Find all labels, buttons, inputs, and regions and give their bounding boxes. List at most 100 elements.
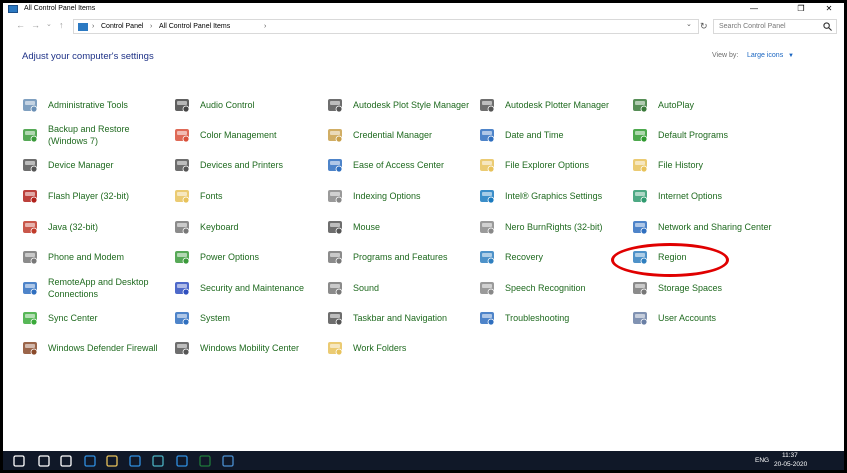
control-panel-item[interactable]: Credential Manager (326, 121, 474, 149)
refresh-button[interactable]: ↻ (700, 21, 708, 32)
search-icon[interactable] (823, 22, 832, 31)
control-panel-item-label[interactable]: Device Manager (48, 151, 168, 179)
control-panel-item[interactable]: RemoteApp and Desktop Connections (21, 274, 169, 302)
control-panel-item-label[interactable]: Administrative Tools (48, 91, 168, 119)
control-panel-item[interactable]: Intel® Graphics Settings (478, 182, 626, 210)
control-panel-item[interactable]: Troubleshooting (478, 304, 626, 332)
control-panel-item-label[interactable]: Devices and Printers (200, 151, 320, 179)
control-panel-item[interactable]: Keyboard (173, 213, 321, 241)
control-panel-item[interactable]: Mouse (326, 213, 474, 241)
language-indicator[interactable]: ENG (755, 457, 769, 465)
control-panel-item-label[interactable]: Color Management (200, 121, 320, 149)
maximize-button[interactable]: ❐ (788, 3, 814, 15)
search-icon[interactable] (38, 454, 50, 467)
control-panel-item[interactable]: Device Manager (21, 151, 169, 179)
control-panel-item[interactable]: Security and Maintenance (173, 274, 321, 302)
control-panel-item-label[interactable]: Speech Recognition (505, 274, 625, 302)
control-panel-item[interactable]: Phone and Modem (21, 243, 169, 271)
control-panel-icon[interactable] (222, 454, 234, 467)
clock-time[interactable]: 11:37 (782, 452, 798, 460)
control-panel-item[interactable]: Windows Defender Firewall (21, 334, 169, 362)
clock-date[interactable]: 20-05-2020 (774, 461, 807, 469)
close-button[interactable]: ✕ (816, 3, 842, 15)
address-bar[interactable]: › Control Panel › All Control Panel Item… (73, 19, 699, 34)
forward-button[interactable]: → (31, 20, 40, 30)
control-panel-item-label[interactable]: Date and Time (505, 121, 625, 149)
edge-icon[interactable] (84, 454, 96, 467)
control-panel-item-label[interactable]: Network and Sharing Center (658, 213, 778, 241)
control-panel-item[interactable]: Recovery (478, 243, 626, 271)
control-panel-item-label[interactable]: Autodesk Plotter Manager (505, 91, 625, 119)
control-panel-item[interactable]: Speech Recognition (478, 274, 626, 302)
back-button[interactable]: ← (16, 20, 25, 30)
control-panel-item[interactable]: Taskbar and Navigation (326, 304, 474, 332)
control-panel-item-label[interactable]: Flash Player (32-bit) (48, 182, 168, 210)
control-panel-item[interactable]: Network and Sharing Center (631, 213, 779, 241)
control-panel-item-label[interactable]: User Accounts (658, 304, 778, 332)
search-input[interactable]: Search Control Panel (719, 21, 786, 33)
control-panel-item[interactable]: Audio Control (173, 91, 321, 119)
breadcrumb-control-panel[interactable]: Control Panel (101, 21, 143, 33)
control-panel-item-label[interactable]: File Explorer Options (505, 151, 625, 179)
minimize-button[interactable]: — (741, 3, 767, 15)
control-panel-item-label[interactable]: Power Options (200, 243, 320, 271)
control-panel-item-label[interactable]: Keyboard (200, 213, 320, 241)
control-panel-item-label[interactable]: Fonts (200, 182, 320, 210)
control-panel-item-label[interactable]: Ease of Access Center (353, 151, 473, 179)
control-panel-item[interactable]: Work Folders (326, 334, 474, 362)
control-panel-item-label[interactable]: Backup and Restore (Windows 7) (48, 121, 168, 149)
control-panel-item-label[interactable]: Autodesk Plot Style Manager (353, 91, 473, 119)
control-panel-item-label[interactable]: Storage Spaces (658, 274, 778, 302)
control-panel-item[interactable]: Default Programs (631, 121, 779, 149)
task-view-icon[interactable] (60, 454, 72, 467)
control-panel-item-label[interactable]: Programs and Features (353, 243, 473, 271)
control-panel-item[interactable]: Indexing Options (326, 182, 474, 210)
control-panel-item-label[interactable]: Windows Defender Firewall (48, 334, 168, 362)
control-panel-item[interactable]: Devices and Printers (173, 151, 321, 179)
breadcrumb-separator[interactable]: › (92, 21, 94, 33)
control-panel-item[interactable]: File Explorer Options (478, 151, 626, 179)
chevron-down-icon[interactable]: ▼ (788, 53, 794, 59)
control-panel-item[interactable]: Sync Center (21, 304, 169, 332)
control-panel-item-label[interactable]: AutoPlay (658, 91, 778, 119)
control-panel-item[interactable]: File History (631, 151, 779, 179)
breadcrumb-all-items[interactable]: All Control Panel Items (159, 21, 230, 33)
recent-locations-button[interactable]: ⌄ (46, 20, 52, 28)
control-panel-item[interactable]: Internet Options (631, 182, 779, 210)
excel-icon[interactable] (199, 454, 211, 467)
control-panel-item[interactable]: Ease of Access Center (326, 151, 474, 179)
control-panel-item-label[interactable]: Audio Control (200, 91, 320, 119)
control-panel-item-label[interactable]: Nero BurnRights (32-bit) (505, 213, 625, 241)
control-panel-item[interactable]: Flash Player (32-bit) (21, 182, 169, 210)
view-by-dropdown[interactable]: Large icons (747, 52, 783, 59)
control-panel-item[interactable]: Storage Spaces (631, 274, 779, 302)
control-panel-item-label[interactable]: Internet Options (658, 182, 778, 210)
control-panel-item[interactable]: System (173, 304, 321, 332)
control-panel-item-label[interactable]: Troubleshooting (505, 304, 625, 332)
control-panel-item-label[interactable]: Windows Mobility Center (200, 334, 320, 362)
control-panel-item-label[interactable]: Recovery (505, 243, 625, 271)
address-dropdown-icon[interactable]: ⌄ (686, 20, 692, 28)
store-icon[interactable] (129, 454, 141, 467)
control-panel-item[interactable]: Java (32-bit) (21, 213, 169, 241)
control-panel-item-label[interactable]: Default Programs (658, 121, 778, 149)
breadcrumb-separator[interactable]: › (264, 21, 266, 33)
control-panel-item-label[interactable]: File History (658, 151, 778, 179)
control-panel-item-label[interactable]: Mouse (353, 213, 473, 241)
control-panel-item[interactable]: Power Options (173, 243, 321, 271)
control-panel-item-label[interactable]: Intel® Graphics Settings (505, 182, 625, 210)
control-panel-item[interactable]: Backup and Restore (Windows 7) (21, 121, 169, 149)
control-panel-item-label[interactable]: Work Folders (353, 334, 473, 362)
control-panel-item[interactable]: Autodesk Plot Style Manager (326, 91, 474, 119)
control-panel-item[interactable]: Programs and Features (326, 243, 474, 271)
control-panel-item[interactable]: AutoPlay (631, 91, 779, 119)
breadcrumb-separator[interactable]: › (150, 21, 152, 33)
control-panel-item-label[interactable]: Taskbar and Navigation (353, 304, 473, 332)
control-panel-item-label[interactable]: System (200, 304, 320, 332)
search-box[interactable]: Search Control Panel (713, 19, 837, 34)
file-explorer-icon[interactable] (106, 454, 118, 467)
up-button[interactable]: ↑ (59, 20, 64, 30)
control-panel-item-label[interactable]: Java (32-bit) (48, 213, 168, 241)
control-panel-item-label[interactable]: Sound (353, 274, 473, 302)
control-panel-item-label[interactable]: Indexing Options (353, 182, 473, 210)
